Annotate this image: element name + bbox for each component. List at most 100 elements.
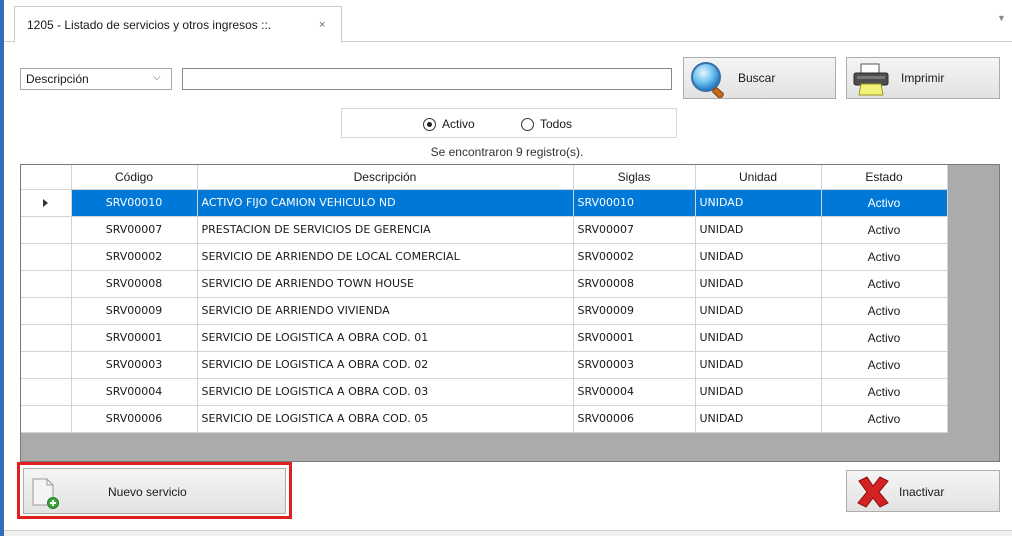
cell-unidad[interactable]: UNIDAD bbox=[695, 297, 822, 325]
cell-unidad[interactable]: UNIDAD bbox=[695, 378, 822, 406]
cell-siglas[interactable]: SRV00006 bbox=[573, 405, 696, 433]
column-header-descripcion[interactable]: Descripción bbox=[197, 165, 574, 190]
cell-unidad[interactable]: UNIDAD bbox=[695, 216, 822, 244]
radio-indicator-unchecked bbox=[521, 117, 534, 131]
radio-todos[interactable]: Todos bbox=[521, 117, 572, 131]
table-row[interactable]: SRV00004 SERVICIO DE LOGISTICA A OBRA CO… bbox=[21, 378, 948, 406]
cell-estado[interactable]: Activo bbox=[821, 270, 948, 298]
column-header-estado[interactable]: Estado bbox=[821, 165, 948, 190]
cell-estado[interactable]: Activo bbox=[821, 189, 948, 217]
cell-codigo[interactable]: SRV00002 bbox=[71, 243, 198, 271]
buscar-button[interactable]: Buscar bbox=[683, 57, 836, 99]
window-bottom-edge bbox=[4, 530, 1012, 536]
cell-estado[interactable]: Activo bbox=[821, 405, 948, 433]
cell-codigo[interactable]: SRV00007 bbox=[71, 216, 198, 244]
cell-descripcion[interactable]: SERVICIO DE ARRIENDO VIVIENDA bbox=[197, 297, 574, 325]
cell-unidad[interactable]: UNIDAD bbox=[695, 351, 822, 379]
row-header[interactable] bbox=[21, 378, 72, 406]
status-filter-group: Activo Todos bbox=[341, 108, 677, 138]
records-count: Se encontraron 9 registro(s). bbox=[430, 145, 584, 159]
filter-field-value: Descripción bbox=[26, 72, 89, 86]
new-document-icon bbox=[30, 477, 60, 512]
radio-todos-label: Todos bbox=[540, 117, 573, 131]
radio-activo-label: Activo bbox=[442, 117, 475, 131]
cell-unidad[interactable]: UNIDAD bbox=[695, 405, 822, 433]
tab-title: 1205 - Listado de servicios y otros ingr… bbox=[27, 17, 272, 32]
nuevo-servicio-button[interactable]: Nuevo servicio bbox=[23, 468, 286, 514]
cell-siglas[interactable]: SRV00010 bbox=[573, 189, 696, 217]
cell-descripcion[interactable]: ACTIVO FIJO CAMION VEHICULO ND bbox=[197, 189, 574, 217]
row-header[interactable] bbox=[21, 243, 72, 271]
column-header-codigo[interactable]: Código bbox=[71, 165, 198, 190]
row-header[interactable] bbox=[21, 270, 72, 298]
current-row-arrow-icon bbox=[43, 198, 49, 207]
radio-activo[interactable]: Activo bbox=[423, 117, 475, 131]
cell-unidad[interactable]: UNIDAD bbox=[695, 270, 822, 298]
table-row[interactable]: SRV00002 SERVICIO DE ARRIENDO DE LOCAL C… bbox=[21, 243, 948, 271]
cell-estado[interactable]: Activo bbox=[821, 351, 948, 379]
imprimir-button[interactable]: Imprimir bbox=[846, 57, 1000, 99]
nuevo-servicio-label: Nuevo servicio bbox=[108, 485, 187, 499]
cell-siglas[interactable]: SRV00003 bbox=[573, 351, 696, 379]
cell-estado[interactable]: Activo bbox=[821, 243, 948, 271]
cell-unidad[interactable]: UNIDAD bbox=[695, 189, 822, 217]
table-row[interactable]: SRV00003 SERVICIO DE LOGISTICA A OBRA CO… bbox=[21, 351, 948, 379]
cell-estado[interactable]: Activo bbox=[821, 297, 948, 325]
row-header[interactable] bbox=[21, 216, 72, 244]
cell-unidad[interactable]: UNIDAD bbox=[695, 324, 822, 352]
cell-estado[interactable]: Activo bbox=[821, 216, 948, 244]
row-header-corner bbox=[21, 165, 72, 190]
column-header-siglas[interactable]: Siglas bbox=[573, 165, 696, 190]
cell-estado[interactable]: Activo bbox=[821, 324, 948, 352]
services-grid[interactable]: Código Descripción Siglas Unidad Estado … bbox=[20, 164, 1000, 462]
table-row[interactable]: SRV00010 ACTIVO FIJO CAMION VEHICULO ND … bbox=[21, 189, 948, 217]
row-header[interactable] bbox=[21, 324, 72, 352]
cell-siglas[interactable]: SRV00002 bbox=[573, 243, 696, 271]
buscar-label: Buscar bbox=[738, 71, 776, 85]
tab-listado-servicios[interactable]: 1205 - Listado de servicios y otros ingr… bbox=[14, 6, 342, 43]
cell-descripcion[interactable]: PRESTACION DE SERVICIOS DE GERENCIA bbox=[197, 216, 574, 244]
cell-siglas[interactable]: SRV00007 bbox=[573, 216, 696, 244]
cell-siglas[interactable]: SRV00001 bbox=[573, 324, 696, 352]
cell-codigo[interactable]: SRV00008 bbox=[71, 270, 198, 298]
close-icon[interactable]: × bbox=[319, 19, 325, 31]
row-header[interactable] bbox=[21, 351, 72, 379]
cell-unidad[interactable]: UNIDAD bbox=[695, 243, 822, 271]
table-row[interactable]: SRV00006 SERVICIO DE LOGISTICA A OBRA CO… bbox=[21, 405, 948, 433]
table-row[interactable]: SRV00008 SERVICIO DE ARRIENDO TOWN HOUSE… bbox=[21, 270, 948, 298]
table-row[interactable]: SRV00007 PRESTACION DE SERVICIOS DE GERE… bbox=[21, 216, 948, 244]
cell-siglas[interactable]: SRV00004 bbox=[573, 378, 696, 406]
cell-codigo[interactable]: SRV00001 bbox=[71, 324, 198, 352]
chevron-down-icon[interactable]: ▼ bbox=[997, 13, 1006, 23]
red-x-icon bbox=[853, 475, 893, 512]
filter-field-select[interactable]: Descripción ⌵ bbox=[20, 68, 172, 90]
cell-codigo[interactable]: SRV00009 bbox=[71, 297, 198, 325]
tab-strip: 1205 - Listado de servicios y otros ingr… bbox=[4, 0, 1012, 43]
cell-estado[interactable]: Activo bbox=[821, 378, 948, 406]
row-header[interactable] bbox=[21, 297, 72, 325]
search-input[interactable] bbox=[182, 68, 672, 90]
cell-codigo[interactable]: SRV00004 bbox=[71, 378, 198, 406]
cell-codigo[interactable]: SRV00010 bbox=[71, 189, 198, 217]
services-table: Código Descripción Siglas Unidad Estado … bbox=[21, 165, 948, 433]
cell-codigo[interactable]: SRV00006 bbox=[71, 405, 198, 433]
table-row[interactable]: SRV00009 SERVICIO DE ARRIENDO VIVIENDA S… bbox=[21, 297, 948, 325]
printer-icon bbox=[851, 62, 891, 99]
cell-codigo[interactable]: SRV00003 bbox=[71, 351, 198, 379]
cell-descripcion[interactable]: SERVICIO DE LOGISTICA A OBRA COD. 05 bbox=[197, 405, 574, 433]
inactivar-button[interactable]: Inactivar bbox=[846, 470, 1000, 512]
table-row[interactable]: SRV00001 SERVICIO DE LOGISTICA A OBRA CO… bbox=[21, 324, 948, 352]
cell-siglas[interactable]: SRV00008 bbox=[573, 270, 696, 298]
inactivar-label: Inactivar bbox=[899, 485, 945, 499]
chevron-down-icon: ⌵ bbox=[153, 72, 161, 83]
row-header[interactable] bbox=[21, 189, 72, 217]
row-header[interactable] bbox=[21, 405, 72, 433]
cell-descripcion[interactable]: SERVICIO DE LOGISTICA A OBRA COD. 03 bbox=[197, 378, 574, 406]
column-header-unidad[interactable]: Unidad bbox=[695, 165, 822, 190]
magnifier-icon bbox=[686, 60, 730, 101]
cell-descripcion[interactable]: SERVICIO DE ARRIENDO DE LOCAL COMERCIAL bbox=[197, 243, 574, 271]
cell-descripcion[interactable]: SERVICIO DE LOGISTICA A OBRA COD. 01 bbox=[197, 324, 574, 352]
cell-descripcion[interactable]: SERVICIO DE LOGISTICA A OBRA COD. 02 bbox=[197, 351, 574, 379]
cell-siglas[interactable]: SRV00009 bbox=[573, 297, 696, 325]
cell-descripcion[interactable]: SERVICIO DE ARRIENDO TOWN HOUSE bbox=[197, 270, 574, 298]
